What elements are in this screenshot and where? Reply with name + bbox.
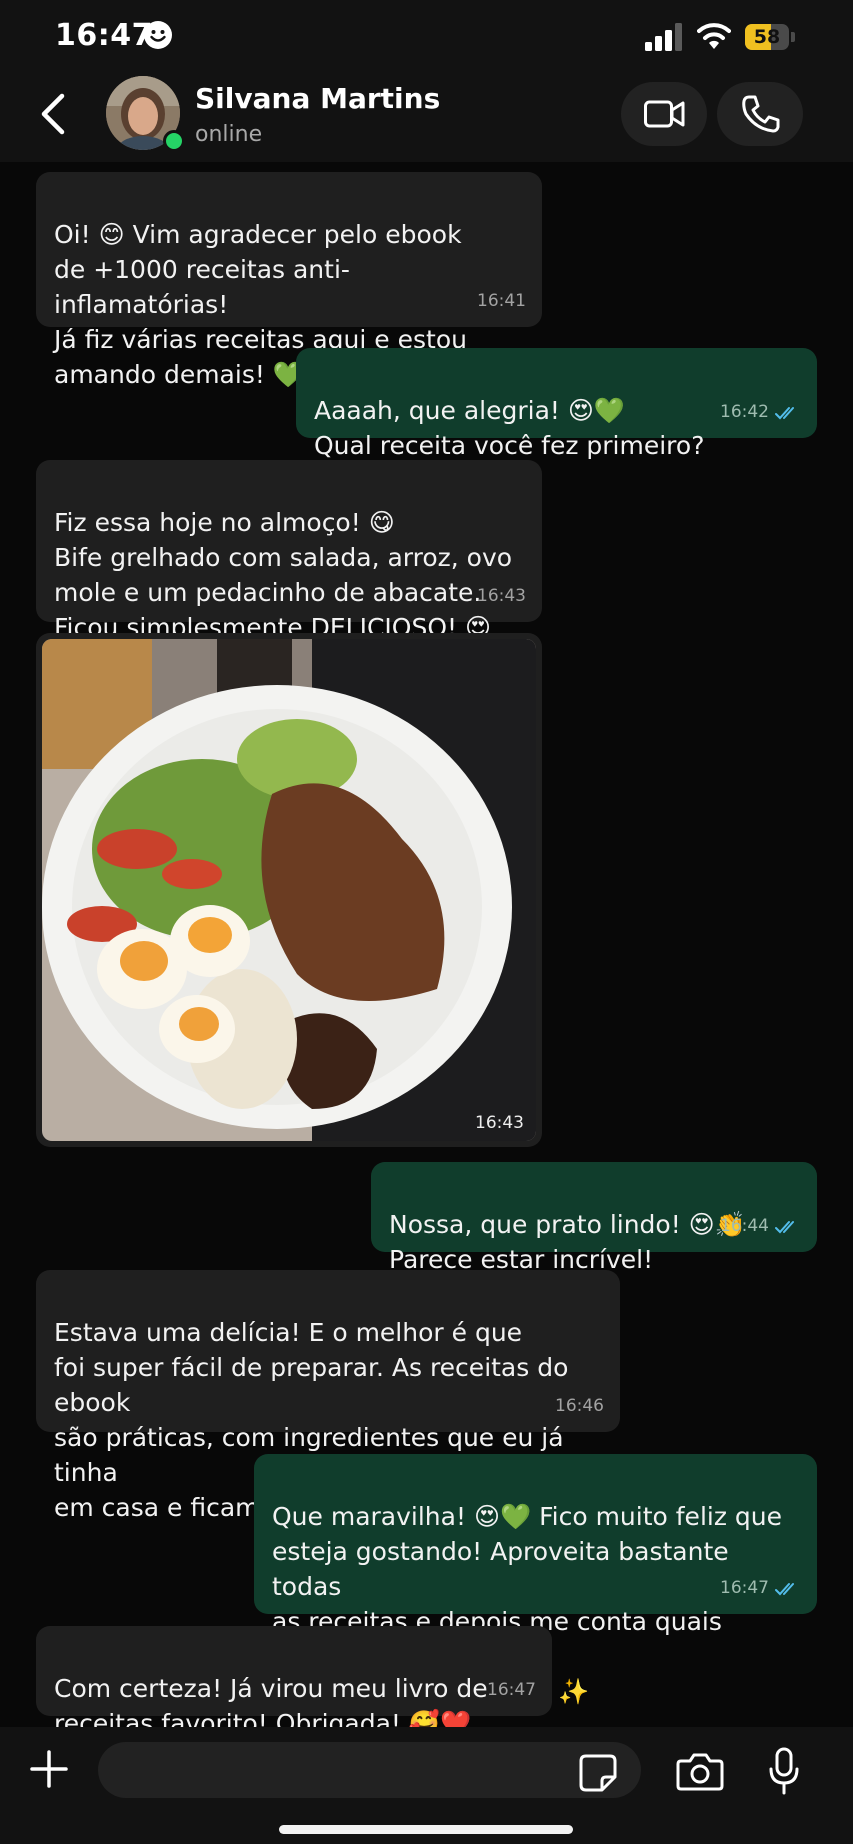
message-time: 16:41 [477,291,526,311]
plus-icon[interactable] [29,1749,69,1789]
status-time: 16:47 [55,18,153,53]
message-incoming[interactable]: Com certeza! Já virou meu livro de recei… [36,1626,552,1738]
message-outgoing[interactable]: Aaaah, que alegria! 😍💚 Qual receita você… [296,348,817,460]
composer-bar [0,1727,853,1844]
message-time: 16:43 [475,1113,524,1133]
home-indicator [279,1825,573,1834]
message-incoming[interactable]: Fiz essa hoje no almoço! 😋 Bife grelhado… [36,460,542,642]
phone-icon [742,95,780,133]
back-icon[interactable] [38,92,68,136]
message-time: 16:47 [487,1680,536,1700]
message-time: 16:42 [720,402,769,422]
message-outgoing[interactable]: Que maravilha! 😍💚 Fico muito feliz que e… [254,1454,817,1706]
message-time: 16:43 [477,586,526,606]
read-receipt-icon [775,406,794,419]
message-input[interactable] [98,1742,641,1798]
status-bar: 16:47 58 [0,0,853,70]
video-call-button[interactable] [621,82,707,146]
read-receipt-icon [775,1220,794,1233]
contact-status: online [195,122,263,147]
sticker-icon[interactable] [578,1753,618,1793]
message-outgoing[interactable]: Nossa, que prato lindo! 😍👏 Parece estar … [371,1162,817,1274]
video-call-icon [644,100,685,128]
message-incoming[interactable]: Oi! 😊 Vim agradecer pelo ebook de +1000 … [36,172,542,389]
message-incoming[interactable]: Estava uma delícia! E o melhor é que foi… [36,1270,620,1522]
message-time: 16:47 [720,1578,769,1598]
microphone-icon[interactable] [768,1747,800,1795]
message-time: 16:44 [720,1216,769,1236]
wifi-icon [697,23,731,49]
read-receipt-icon [775,1582,794,1595]
message-image[interactable]: 16:43 [36,633,542,1147]
cellular-signal-icon [645,23,682,51]
contact-name[interactable]: Silvana Martins [195,82,440,115]
chat-header: Silvana Martins online [0,70,853,162]
battery-indicator: 58 [745,24,797,50]
message-text: Fiz essa hoje no almoço! 😋 Bife grelhado… [54,508,513,642]
camera-icon[interactable] [676,1751,724,1791]
voice-call-button[interactable] [717,82,803,146]
battery-percent: 58 [753,26,781,48]
message-time: 16:46 [555,1396,604,1416]
focus-smiley-icon [144,21,172,49]
food-photo[interactable] [42,639,536,1141]
online-indicator [163,130,185,152]
